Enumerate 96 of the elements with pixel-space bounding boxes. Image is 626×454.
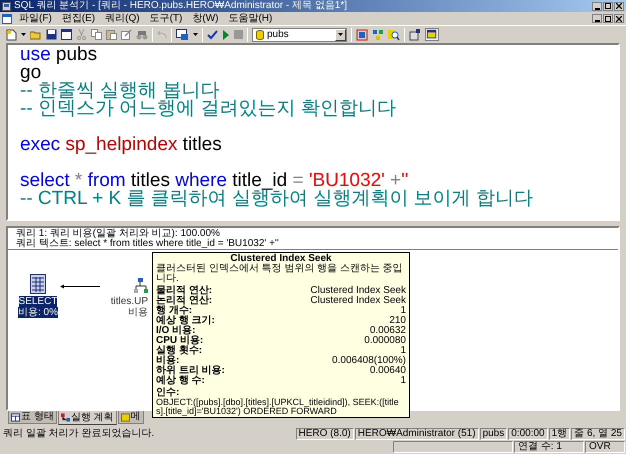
property-value: 1 bbox=[400, 346, 406, 356]
status-panel: HERO₩Administrator (51) bbox=[354, 428, 479, 440]
property-value: Clustered Index Seek bbox=[310, 286, 406, 296]
property-label: 하위 트리 비용: bbox=[156, 366, 225, 376]
code-line: -- 한줄씩 실행해 봅니다 bbox=[20, 82, 220, 100]
property-value: 0.00640 bbox=[370, 366, 406, 376]
status-panel: pubs bbox=[480, 428, 508, 440]
node-label: SELECT bbox=[18, 296, 58, 307]
tab[interactable]: 실행 계획 bbox=[58, 411, 117, 425]
tab[interactable]: 메 bbox=[118, 411, 144, 424]
close-button[interactable] bbox=[614, 2, 624, 10]
status-panel: 연결 수: 1 bbox=[514, 441, 584, 453]
query-editor[interactable]: use pubs go -- 한줄씩 실행해 봅니다 -- 인덱스가 어느행에 걸려있는지 확인합니다 exec sp_helpindex titles select * from titles where title_id = 'BU1032' +'' -- CTRL + K 를 클릭하여 실행하여 실행계획이 보이게 합니다 bbox=[6, 43, 620, 221]
property-value: 210 bbox=[389, 316, 406, 326]
property-label: 논리적 연산: bbox=[156, 296, 212, 306]
status-panel: 1행 bbox=[548, 428, 570, 440]
node-label: 비용: 0% bbox=[18, 307, 58, 318]
tab[interactable]: 표 형태 bbox=[8, 411, 57, 424]
tooltip-title: Clustered Index Seek bbox=[230, 254, 332, 264]
paste-icon[interactable] bbox=[106, 29, 117, 40]
object-browser-icon[interactable] bbox=[356, 28, 368, 40]
caret-icon bbox=[338, 33, 343, 36]
properties-icon[interactable] bbox=[409, 28, 421, 40]
status-panel: 0:00:00 bbox=[508, 428, 548, 440]
plan-header-text: 쿼리 1: 쿼리 비용(일괄 처리와 비교): 100.00% bbox=[16, 229, 221, 239]
close-button[interactable] bbox=[614, 14, 624, 23]
arrow bbox=[60, 284, 100, 289]
restore-icon bbox=[605, 16, 611, 22]
menu-item[interactable]: 도움말(H) bbox=[223, 12, 278, 24]
save-icon[interactable] bbox=[46, 29, 57, 40]
play-icon[interactable] bbox=[222, 30, 230, 40]
code-line: -- 인덱스가 어느행에 걸려있는지 확인합니다 bbox=[20, 100, 397, 118]
magnifier-icon[interactable] bbox=[388, 28, 400, 40]
code-line: -- CTRL + K 를 클릭하여 실행하여 실행계획이 보이게 합니다 bbox=[20, 190, 534, 208]
property-label: 행 개수: bbox=[156, 306, 192, 316]
property-value: 0.000080 bbox=[364, 336, 406, 346]
plan-icon bbox=[60, 413, 70, 422]
argument-text: OBJECT:([pubs].[dbo].[titles].[UPKCL_titleidind]), SEEK:([titles].[title_id]='BU1032') ORDERED FORWARD bbox=[156, 398, 400, 416]
tooltip-description: 클러스터된 인덱스에서 특정 범위의 행을 스캔하는 중입니다. bbox=[156, 264, 404, 284]
message-icon bbox=[120, 412, 130, 422]
open-folder-icon[interactable] bbox=[30, 30, 42, 40]
property-value: 1 bbox=[400, 376, 406, 386]
checkmark-icon[interactable] bbox=[207, 30, 218, 40]
code-line: exec sp_helpindex titles bbox=[20, 133, 223, 154]
code-line: use pubs bbox=[20, 46, 98, 64]
menu-item[interactable]: 창(W) bbox=[187, 12, 224, 24]
edit-icon[interactable] bbox=[121, 29, 132, 40]
argument-label: 인수: bbox=[156, 388, 180, 398]
minimize-icon bbox=[594, 8, 600, 10]
property-value: 0.00632 bbox=[370, 326, 406, 336]
menu-item[interactable]: 쿼리(Q) bbox=[100, 12, 145, 24]
dropdown-arrow-button[interactable] bbox=[335, 28, 346, 40]
property-label: CPU 비용: bbox=[156, 336, 204, 346]
property-label: 예상 행 수: bbox=[156, 376, 205, 386]
status-panel: 줄 6, 열 25 bbox=[571, 428, 625, 440]
minimize-icon bbox=[594, 20, 600, 22]
app-icon bbox=[2, 2, 11, 10]
database-name: pubs bbox=[267, 28, 289, 40]
binoculars-icon[interactable] bbox=[136, 30, 148, 40]
menu-item[interactable]: 편집(E) bbox=[56, 12, 100, 24]
caret-icon[interactable] bbox=[193, 33, 198, 36]
database-dropdown[interactable]: pubs bbox=[252, 28, 347, 42]
property-label: 비용: bbox=[156, 356, 180, 366]
property-label: 물리적 연산: bbox=[156, 286, 212, 296]
property-label: 예상 행 크기: bbox=[156, 316, 215, 326]
status-message: 쿼리 일괄 처리가 완료되었습니다. bbox=[2, 428, 154, 440]
menu-item[interactable]: 파일(F) bbox=[14, 12, 57, 24]
node-label: 비용 bbox=[128, 307, 148, 318]
menu-item[interactable]: 도구(T) bbox=[144, 12, 188, 24]
window-icon[interactable] bbox=[61, 29, 72, 40]
table-icon bbox=[30, 274, 46, 294]
grid-icon bbox=[11, 412, 20, 422]
status-panel: HERO (8.0) bbox=[296, 428, 354, 440]
panel-icon[interactable] bbox=[425, 28, 439, 41]
property-value: 1 bbox=[400, 306, 406, 316]
property-label: I/O 비용: bbox=[156, 326, 196, 336]
database-icon bbox=[256, 30, 264, 40]
restore-icon bbox=[605, 3, 611, 9]
copy-icon[interactable] bbox=[91, 29, 102, 40]
index-seek-icon bbox=[134, 278, 148, 294]
results-grid-icon[interactable] bbox=[176, 28, 189, 40]
minimize-button[interactable] bbox=[592, 2, 602, 10]
property-value: 0.006408(100%) bbox=[332, 356, 406, 366]
caret-icon[interactable] bbox=[21, 33, 26, 36]
property-label: 실행 횟수: bbox=[156, 346, 202, 356]
close-icon bbox=[616, 3, 622, 9]
code-line: go bbox=[20, 64, 42, 82]
plan-header-text: 쿼리 텍스트: select * from titles where title_id = 'BU1032' +'' bbox=[16, 239, 280, 249]
property-value: Clustered Index Seek bbox=[310, 296, 406, 306]
minimize-button[interactable] bbox=[592, 14, 602, 23]
node-label: titles.UP bbox=[110, 296, 148, 307]
new-document-icon[interactable] bbox=[6, 28, 17, 40]
status-panel: OVR bbox=[585, 441, 625, 453]
code-line: select * from titles where title_id = 'BU1032' +'' bbox=[20, 169, 410, 190]
close-icon bbox=[616, 16, 622, 22]
window-title: SQL 쿼리 분석기 - [쿼리 - HERO.pubs.HERO₩Administrator - 제목 없음1*] bbox=[14, 0, 348, 12]
